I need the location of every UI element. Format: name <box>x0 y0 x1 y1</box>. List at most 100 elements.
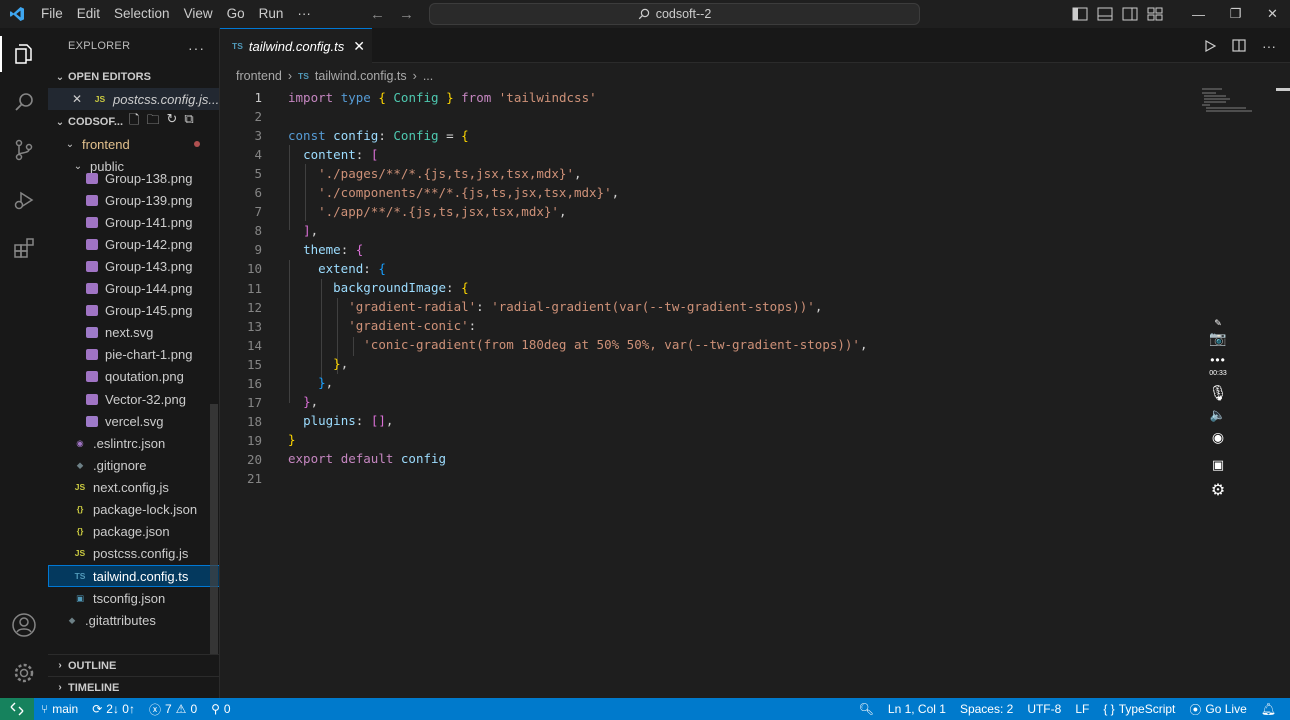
file-package-lock[interactable]: {} package-lock.json <box>48 498 219 520</box>
accounts-icon[interactable] <box>0 601 48 649</box>
toggle-secondary-sidebar-icon[interactable] <box>1122 7 1138 21</box>
file-label: tailwind.config.ts <box>93 568 189 584</box>
microphone-icon[interactable]: 🎙 <box>1204 384 1232 402</box>
collapse-all-icon[interactable]: ⧉ <box>184 111 193 133</box>
indentation[interactable]: Spaces: 2 <box>953 702 1020 716</box>
sidebar-scrollbar[interactable] <box>210 404 218 654</box>
public-file-item[interactable]: Group-142.png <box>48 233 219 255</box>
outline-section[interactable]: › OUTLINE <box>48 654 219 676</box>
editor-scrollbar[interactable] <box>1276 88 1290 91</box>
cursor-position[interactable]: Ln 1, Col 1 <box>881 702 953 716</box>
refresh-icon[interactable]: ↻ <box>166 111 177 133</box>
timeline-section[interactable]: › TIMELINE <box>48 676 219 698</box>
breadcrumb-more[interactable]: ... <box>423 69 433 83</box>
run-icon[interactable] <box>1204 39 1216 52</box>
public-file-item[interactable]: qoutation.png <box>48 366 219 388</box>
restore-button[interactable]: ❐ <box>1217 6 1254 22</box>
customize-layout-icon[interactable] <box>1147 7 1163 21</box>
menu-selection[interactable]: Selection <box>107 0 177 28</box>
new-folder-icon[interactable]: 🗀 <box>146 111 159 133</box>
open-editors-section[interactable]: ⌄ OPEN EDITORS <box>48 66 219 88</box>
menu-run[interactable]: Run <box>252 0 291 28</box>
folder-frontend[interactable]: ⌄ frontend <box>48 133 219 155</box>
minimize-button[interactable]: — <box>1180 7 1217 22</box>
window-capture-icon[interactable]: ▣ <box>1204 457 1232 473</box>
zoom-icon[interactable]: 🔍︎ <box>852 702 881 716</box>
workspace-section[interactable]: ⌄ CODSOF... 🗋 🗀 ↻ ⧉ <box>48 111 219 133</box>
problems-indicator[interactable]: ⓧ 7 ⚠ 0 <box>142 701 204 718</box>
more-actions-icon[interactable]: ··· <box>1262 38 1276 54</box>
file-tsconfig[interactable]: ▣ tsconfig.json <box>48 587 219 609</box>
toggle-sidebar-icon[interactable] <box>1072 7 1088 21</box>
file-gitignore[interactable]: ◆ .gitignore <box>48 454 219 476</box>
breadcrumb-folder[interactable]: frontend <box>236 69 282 83</box>
bell-icon[interactable]: 🔔︎ <box>1254 702 1290 716</box>
ports-indicator[interactable]: ⚲ 0 <box>204 702 237 716</box>
command-center-search[interactable]: codsoft--2 <box>429 3 920 25</box>
settings-gear-icon[interactable]: ⚙ <box>1204 480 1232 500</box>
public-file-item[interactable]: Group-141.png <box>48 211 219 233</box>
split-editor-icon[interactable] <box>1232 39 1246 52</box>
public-file-item[interactable]: vercel.svg <box>48 410 219 432</box>
encoding[interactable]: UTF-8 <box>1020 702 1068 716</box>
line-number: 11 <box>246 280 262 296</box>
open-editor-item[interactable]: ✕ JS postcss.config.js... <box>48 88 219 110</box>
sync-status[interactable]: ⟳ 2↓ 0↑ <box>85 702 142 716</box>
tab-tailwind-config[interactable]: TS tailwind.config.ts ✕ <box>220 28 372 63</box>
remote-indicator-icon[interactable] <box>0 698 34 720</box>
breadcrumb-file[interactable]: tailwind.config.ts <box>315 69 407 83</box>
extensions-icon[interactable] <box>0 224 48 272</box>
close-icon[interactable]: ✕ <box>72 92 86 106</box>
file-gitattributes[interactable]: ◆ .gitattributes <box>48 609 219 631</box>
minimap[interactable] <box>1200 88 1256 128</box>
menu-edit[interactable]: Edit <box>70 0 107 28</box>
search-icon[interactable] <box>0 78 48 126</box>
forward-arrow-icon[interactable]: → <box>399 6 414 23</box>
settings-gear-icon[interactable] <box>0 649 48 697</box>
webcam-icon[interactable]: ◉ <box>1204 429 1232 446</box>
git-branch[interactable]: ⑂ main <box>34 702 85 716</box>
speaker-icon[interactable]: 🔈 <box>1204 407 1232 423</box>
explorer-icon[interactable] <box>0 30 48 78</box>
menu-view[interactable]: View <box>177 0 220 28</box>
file-eslintrc[interactable]: ◉ .eslintrc.json <box>48 432 219 454</box>
close-tab-icon[interactable]: ✕ <box>353 38 365 55</box>
menu-file[interactable]: File <box>34 0 70 28</box>
new-file-icon[interactable]: 🗋 <box>129 111 139 133</box>
file-label: Group-144.png <box>105 281 193 296</box>
public-file-item[interactable]: Group-144.png <box>48 278 219 300</box>
end-of-line[interactable]: LF <box>1068 702 1096 716</box>
public-file-item[interactable]: next.svg <box>48 322 219 344</box>
menu-go[interactable]: Go <box>220 0 252 28</box>
public-file-item[interactable]: Vector-32.png <box>48 388 219 410</box>
close-window-button[interactable]: ✕ <box>1254 6 1290 22</box>
json-file-icon: {} <box>76 526 84 536</box>
public-file-item[interactable]: Group-139.png <box>48 189 219 211</box>
more-actions-icon[interactable]: ··· <box>188 40 205 56</box>
toggle-panel-icon[interactable] <box>1097 7 1113 21</box>
file-tailwind-config[interactable]: TS tailwind.config.ts <box>48 565 219 587</box>
line-number: 17 <box>246 394 262 410</box>
public-file-item[interactable]: pie-chart-1.png <box>48 344 219 366</box>
image-file-icon <box>86 260 98 272</box>
file-label: postcss.config.js <box>93 545 189 561</box>
file-package-json[interactable]: {} package.json <box>48 520 219 542</box>
code-editor[interactable]: 1 2 3 4 5 6 7 8 9 10 11 12 13 14 15 16 17 18 19 20 21 import… <box>220 88 1290 698</box>
public-file-item[interactable]: Group-138.png <box>48 167 219 189</box>
file-next-config[interactable]: JS next.config.js <box>48 476 219 498</box>
line-number: 1 <box>254 90 262 105</box>
public-file-item[interactable]: Group-143.png <box>48 255 219 277</box>
file-postcss-config[interactable]: JS postcss.config.js <box>48 542 219 564</box>
language-mode[interactable]: { } TypeScript <box>1096 702 1182 716</box>
more-options-icon[interactable]: ••• <box>1204 353 1232 367</box>
public-file-item[interactable]: Group-145.png <box>48 300 219 322</box>
run-debug-icon[interactable] <box>0 176 48 224</box>
chevron-down-icon: ⌄ <box>55 71 65 83</box>
camera-icon[interactable]: 📷 <box>1204 330 1232 347</box>
code-line-4: content: [ <box>303 147 379 162</box>
pen-icon[interactable]: ✎ <box>1204 318 1232 329</box>
source-control-icon[interactable] <box>0 126 48 174</box>
back-arrow-icon[interactable]: ← <box>370 6 385 23</box>
menu-more[interactable]: ··· <box>290 0 318 28</box>
go-live-button[interactable]: ⦿ Go Live <box>1182 701 1253 718</box>
